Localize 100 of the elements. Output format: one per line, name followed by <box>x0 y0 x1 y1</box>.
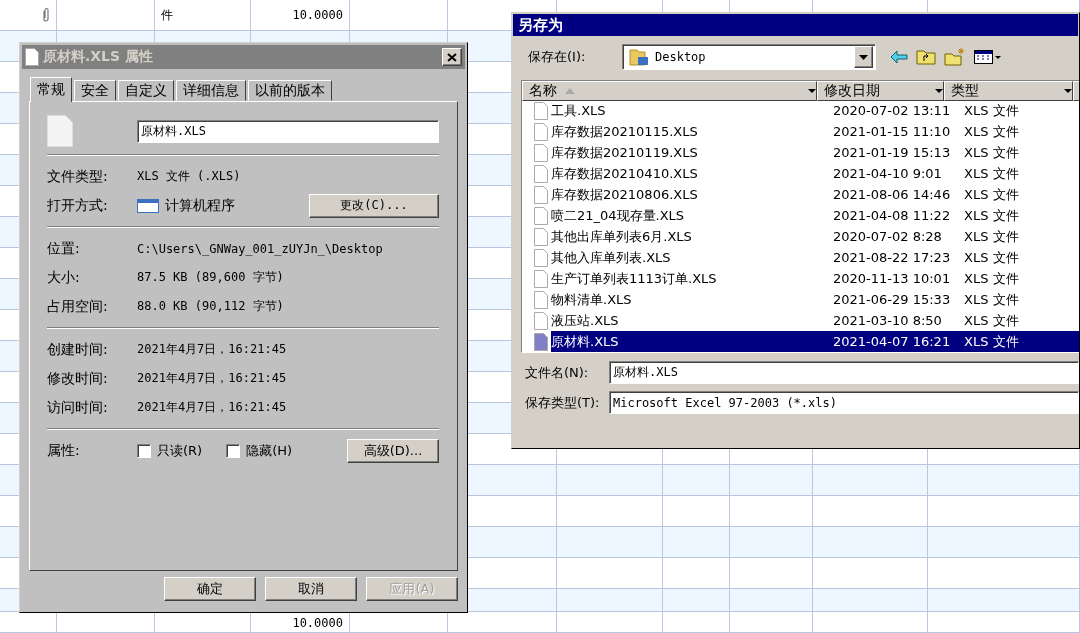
field-value: 2021年4月7日，16:21:45 <box>137 370 287 387</box>
field-value: 87.5 KB (89,600 字节) <box>137 269 284 286</box>
file-type: XLS 文件 <box>963 290 1020 309</box>
view-menu-icon[interactable] <box>974 50 1002 64</box>
file-name: 物料清单.XLS <box>551 290 633 309</box>
file-type: XLS 文件 <box>963 311 1020 330</box>
file-icon <box>534 332 548 351</box>
modified-date: 2020-11-13 10:01 <box>832 270 952 288</box>
file-type: XLS 文件 <box>963 164 1020 183</box>
change-button[interactable]: 更改(C)... <box>309 193 439 218</box>
sort-ascending-icon <box>565 88 575 94</box>
file-type: XLS 文件 <box>963 269 1020 288</box>
close-icon <box>447 52 457 62</box>
tab[interactable]: 安全 <box>74 80 116 101</box>
file-row[interactable]: 库存数据20210115.XLS 2021-01-15 11:10 XLS 文件 <box>522 121 1079 142</box>
file-icon <box>534 164 548 183</box>
modified-date: 2021-04-08 11:22 <box>832 207 952 225</box>
field-label: 创建时间: <box>47 340 109 359</box>
column-header[interactable]: 类型 <box>944 81 1073 101</box>
file-name: 库存数据20210119.XLS <box>551 143 699 162</box>
file-row[interactable]: 库存数据20210119.XLS 2021-01-19 15:13 XLS 文件 <box>522 142 1079 163</box>
save-type-dropdown[interactable]: Microsoft Excel 97-2003 (*.xls) <box>609 391 1079 414</box>
file-icon <box>534 206 548 225</box>
back-arrow-icon[interactable] <box>890 50 908 64</box>
file-icon <box>534 185 548 204</box>
field-value: 计算机程序 <box>165 196 236 215</box>
file-row[interactable]: 其他入库单列表.XLS 2021-08-22 17:23 XLS 文件 <box>522 247 1079 268</box>
advanced-button[interactable]: 高级(D)... <box>347 439 439 463</box>
paperclip-icon <box>42 7 50 23</box>
file-row[interactable]: 生产订单列表1113订单.XLS 2020-11-13 10:01 XLS 文件 <box>522 268 1079 289</box>
tab[interactable]: 自定义 <box>118 80 174 101</box>
checkbox[interactable] <box>137 444 151 458</box>
field-label: 属性: <box>47 442 81 460</box>
file-name: 其他入库单列表.XLS <box>551 248 672 267</box>
folder-up-icon[interactable] <box>916 49 936 65</box>
file-name: 库存数据20210115.XLS <box>551 122 699 141</box>
field-value: 88.0 KB (90,112 字节) <box>137 298 284 315</box>
table-cell <box>663 612 730 633</box>
modified-date: 2020-07-02 8:28 <box>832 228 943 246</box>
field-value: 2021年4月7日，16:21:45 <box>137 399 287 416</box>
file-type: XLS 文件 <box>963 227 1020 246</box>
file-name: 库存数据20210806.XLS <box>551 185 699 204</box>
file-name: 库存数据20210410.XLS <box>551 164 699 183</box>
window-title: 另存为 <box>513 14 1078 36</box>
modified-date: 2020-07-02 13:11 <box>832 102 952 120</box>
window-title: 原材料.XLS 属性 <box>43 48 154 66</box>
modified-date: 2021-01-19 15:13 <box>832 144 952 162</box>
file-type: XLS 文件 <box>963 143 1020 162</box>
file-row[interactable]: 物料清单.XLS 2021-06-29 15:33 XLS 文件 <box>522 289 1079 310</box>
file-name-field[interactable]: 原材料.XLS <box>609 361 1079 384</box>
modified-date: 2021-01-15 11:10 <box>832 123 952 141</box>
file-icon <box>534 311 548 330</box>
location-dropdown[interactable]: Desktop <box>622 44 876 70</box>
tab[interactable]: 以前的版本 <box>248 80 332 101</box>
file-name-field[interactable]: 原材料.XLS <box>137 119 439 143</box>
field-label: 文件类型: <box>47 167 109 186</box>
dialog-button[interactable]: 确定 <box>164 577 256 601</box>
field-label: 文件名(N): <box>525 363 590 382</box>
tab[interactable]: 常规 <box>30 77 72 102</box>
close-button[interactable] <box>442 48 462 66</box>
modified-date: 2021-06-29 15:33 <box>832 291 952 309</box>
file-row[interactable]: 其他出库单列表6月.XLS 2020-07-02 8:28 XLS 文件 <box>522 226 1079 247</box>
file-name: 原材料.XLS <box>551 331 621 352</box>
file-icon <box>534 269 548 288</box>
field-value: XLS 文件 (.XLS) <box>137 168 241 185</box>
file-row[interactable]: 库存数据20210410.XLS 2021-04-10 9:01 XLS 文件 <box>522 163 1079 184</box>
field-label: 占用空间: <box>47 297 109 316</box>
file-type: XLS 文件 <box>963 206 1020 225</box>
file-icon <box>25 48 39 66</box>
file-row[interactable]: 液压站.XLS 2021-03-10 8:50 XLS 文件 <box>522 310 1079 331</box>
field-label: 访问时间: <box>47 398 109 417</box>
file-icon <box>534 122 548 141</box>
checkbox-label: 只读(R) <box>157 442 203 460</box>
modified-date: 2021-08-22 17:23 <box>832 249 952 267</box>
field-label: 打开方式: <box>47 196 109 215</box>
document-icon <box>47 115 73 147</box>
file-icon <box>534 290 548 309</box>
file-row[interactable]: 喷二21_04现存量.XLS 2021-04-08 11:22 XLS 文件 <box>522 205 1079 226</box>
desktop-folder-icon <box>629 47 649 67</box>
file-icon <box>534 248 548 267</box>
column-header[interactable]: 名称 <box>522 81 817 101</box>
modified-date: 2021-03-10 8:50 <box>832 312 943 330</box>
field-label: 保存类型(T): <box>525 393 601 412</box>
file-name: 液压站.XLS <box>551 311 620 330</box>
file-name: 喷二21_04现存量.XLS <box>551 206 686 225</box>
tab[interactable]: 详细信息 <box>176 80 246 101</box>
dialog-button[interactable]: 取消 <box>265 577 357 601</box>
file-icon <box>534 227 548 246</box>
column-header[interactable]: 修改日期 <box>817 81 944 101</box>
field-label: 修改时间: <box>47 369 109 388</box>
modified-date: 2021-04-10 9:01 <box>832 165 943 183</box>
table-cell <box>663 465 730 496</box>
file-type: XLS 文件 <box>963 122 1020 141</box>
file-row[interactable]: 库存数据20210806.XLS 2021-08-06 14:46 XLS 文件 <box>522 184 1079 205</box>
field-label: 大小: <box>47 268 81 287</box>
file-name: 工具.XLS <box>551 101 607 120</box>
file-icon <box>534 143 548 162</box>
checkbox[interactable] <box>226 444 241 458</box>
file-row[interactable]: 工具.XLS 2020-07-02 13:11 XLS 文件 <box>522 100 1079 121</box>
field-label: 保存在(I): <box>528 48 587 66</box>
